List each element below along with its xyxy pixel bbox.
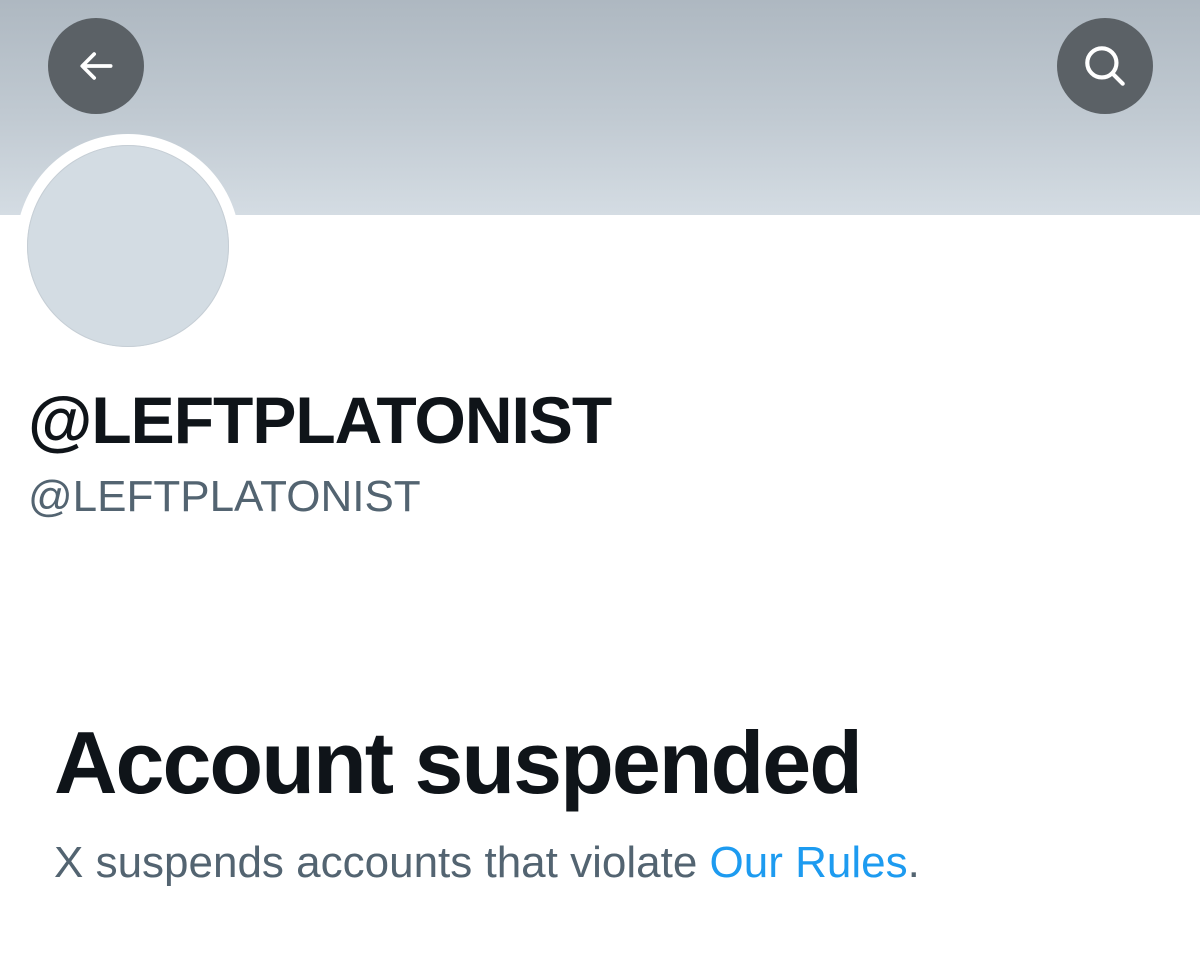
avatar[interactable]	[27, 145, 229, 347]
our-rules-link[interactable]: Our Rules	[710, 838, 908, 887]
description-text: X suspends accounts that violate	[54, 838, 710, 887]
search-button[interactable]	[1057, 18, 1153, 114]
account-suspended-description: X suspends accounts that violate Our Rul…	[54, 838, 920, 888]
search-icon	[1080, 41, 1130, 91]
account-suspended-title: Account suspended	[54, 713, 863, 812]
arrow-left-icon	[74, 44, 118, 88]
description-period: .	[907, 838, 920, 887]
back-button[interactable]	[48, 18, 144, 114]
profile-handle: @LEFTPLATONIST	[28, 472, 421, 521]
profile-display-name: @LEFTPLATONIST	[28, 383, 612, 457]
profile-page: @LEFTPLATONIST @LEFTPLATONIST Account su…	[0, 0, 1200, 963]
